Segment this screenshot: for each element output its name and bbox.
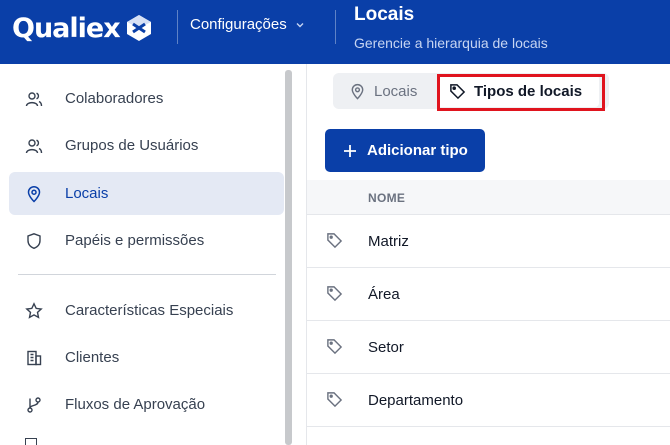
add-type-button[interactable]: Adicionar tipo [325,129,485,172]
sidebar-item-label: Colaboradores [65,90,164,107]
sidebar-item-label: Clientes [65,349,120,366]
row-name: Setor [368,339,404,356]
section-label: Configurações [190,16,287,33]
tab-tipos-de-locais[interactable]: Tipos de locais [437,75,599,107]
sidebar-item-clientes[interactable]: Clientes [9,336,284,379]
row-name: Área [368,286,400,303]
tab-locais[interactable]: Locais [349,73,417,109]
sidebar-item-label: Grupos de Usuários [65,137,199,154]
users-icon [25,92,43,107]
chevron-down-icon [296,22,304,27]
sidebar-divider [18,274,276,275]
shield-icon [27,233,41,250]
tab-label: Locais [374,82,418,100]
table-row[interactable]: Setor [307,321,670,374]
row-name: Matriz [368,233,409,250]
tab-bar: Locais Tipos de locais [333,73,609,109]
column-header-nome[interactable]: NOME [368,191,405,205]
git-branch-icon [27,397,41,413]
table-row[interactable]: Departamento [307,374,670,427]
sidebar-item-papeis[interactable]: Papéis e permissões [9,219,284,262]
sidebar-item-colaboradores[interactable]: Colaboradores [9,77,284,120]
map-pin-icon [351,83,364,100]
sidebar-item-caracteristicas[interactable]: Características Especiais [9,289,284,332]
tag-icon [327,233,343,249]
plus-icon [344,144,356,157]
types-table: NOME Matriz Área Setor Departamento [307,180,670,427]
table-row[interactable]: Área [307,268,670,321]
header-divider [335,10,336,44]
tab-label: Tipos de locais [474,82,583,100]
sidebar: Colaboradores Grupos de Usuários Locais … [0,64,294,445]
sidebar-item-partial-icon [25,438,37,445]
button-label: Adicionar tipo [367,142,468,159]
page-subtitle: Gerencie a hierarquia de locais [354,35,548,51]
sidebar-item-label: Papéis e permissões [65,232,205,249]
sidebar-item-fluxos[interactable]: Fluxos de Aprovação [9,383,284,426]
star-icon [25,302,43,319]
table-row[interactable]: Matriz [307,215,670,268]
page-title: Locais [354,4,415,25]
map-pin-icon [27,186,41,203]
section-selector[interactable]: Configurações [190,16,305,33]
sidebar-item-locais[interactable]: Locais [9,172,284,215]
sidebar-item-label: Fluxos de Aprovação [65,396,206,413]
row-name: Departamento [368,392,464,409]
sidebar-item-label: Características Especiais [65,302,234,319]
table-header: NOME [307,180,670,215]
tag-icon [327,392,343,408]
tag-icon [327,339,343,355]
brand-mark-icon [126,15,151,41]
sidebar-item-label: Locais [65,185,109,202]
app-header: Qualiex Configurações Locais Gerencie a … [0,0,670,64]
building-icon [27,350,42,366]
user-group-icon [25,139,43,154]
tag-icon [450,83,466,99]
tag-icon [327,286,343,302]
brand-name: Qualiex [12,12,121,44]
header-divider [177,10,178,44]
brand-logo[interactable]: Qualiex [12,10,154,46]
sidebar-scrollbar[interactable] [285,70,292,445]
sidebar-item-grupos[interactable]: Grupos de Usuários [9,124,284,167]
